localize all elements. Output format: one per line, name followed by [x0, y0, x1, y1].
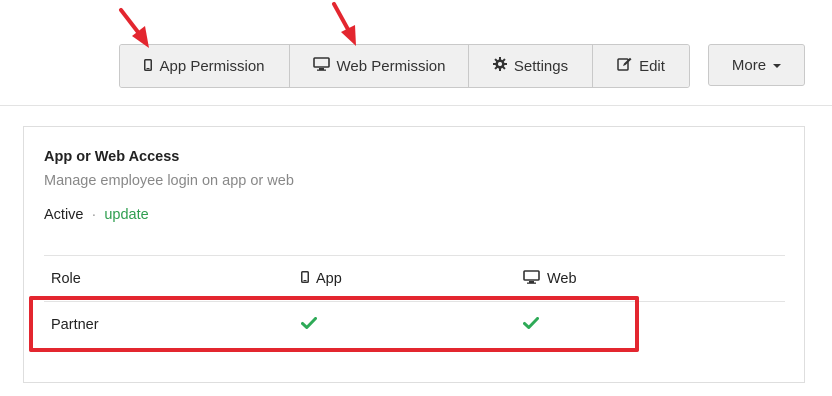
- web-permission-label: Web Permission: [336, 57, 446, 75]
- checkmark-icon: [301, 316, 317, 333]
- edit-icon: [617, 57, 632, 75]
- settings-button[interactable]: Settings: [469, 45, 593, 87]
- separator: ·: [91, 207, 97, 223]
- access-table: Role App Web Partner: [44, 255, 785, 347]
- edit-button[interactable]: Edit: [593, 45, 689, 87]
- more-dropdown-button[interactable]: More: [708, 44, 805, 86]
- more-label: More: [731, 56, 767, 74]
- update-link[interactable]: update: [104, 207, 148, 223]
- desktop-icon: [523, 269, 540, 288]
- role-cell: Partner: [51, 316, 99, 333]
- header-role: Role: [51, 270, 81, 287]
- app-permission-label: App Permission: [159, 57, 265, 75]
- table-row: Partner: [44, 301, 785, 347]
- access-panel: App or Web Access Manage employee login …: [23, 126, 805, 383]
- annotation-arrow-icon: [332, 2, 356, 46]
- desktop-icon: [312, 57, 330, 75]
- settings-label: Settings: [513, 57, 569, 75]
- permission-toolbar: App Permission Web Permission Settings E…: [119, 44, 690, 88]
- table-header-row: Role App Web: [44, 255, 785, 301]
- header-app-label: App: [316, 270, 342, 287]
- checkmark-icon: [523, 316, 539, 333]
- mobile-icon: [301, 270, 309, 287]
- mobile-icon: [144, 58, 153, 75]
- web-permission-button[interactable]: Web Permission: [290, 45, 469, 87]
- caret-down-icon: [773, 64, 782, 68]
- header-app: App: [301, 256, 342, 301]
- gear-icon: [492, 57, 507, 75]
- panel-title: App or Web Access: [44, 149, 180, 165]
- header-web-label: Web: [547, 270, 577, 287]
- edit-label: Edit: [639, 57, 665, 75]
- page: App Permission Web Permission Settings E…: [0, 0, 832, 396]
- app-access-cell: [301, 302, 317, 347]
- app-permission-button[interactable]: App Permission: [120, 45, 290, 87]
- status-line: Active · update: [44, 207, 149, 223]
- status-text: Active: [44, 207, 84, 223]
- header-web: Web: [523, 256, 577, 301]
- web-access-cell: [523, 302, 539, 347]
- header-divider: [0, 105, 832, 106]
- panel-subtitle: Manage employee login on app or web: [44, 173, 294, 189]
